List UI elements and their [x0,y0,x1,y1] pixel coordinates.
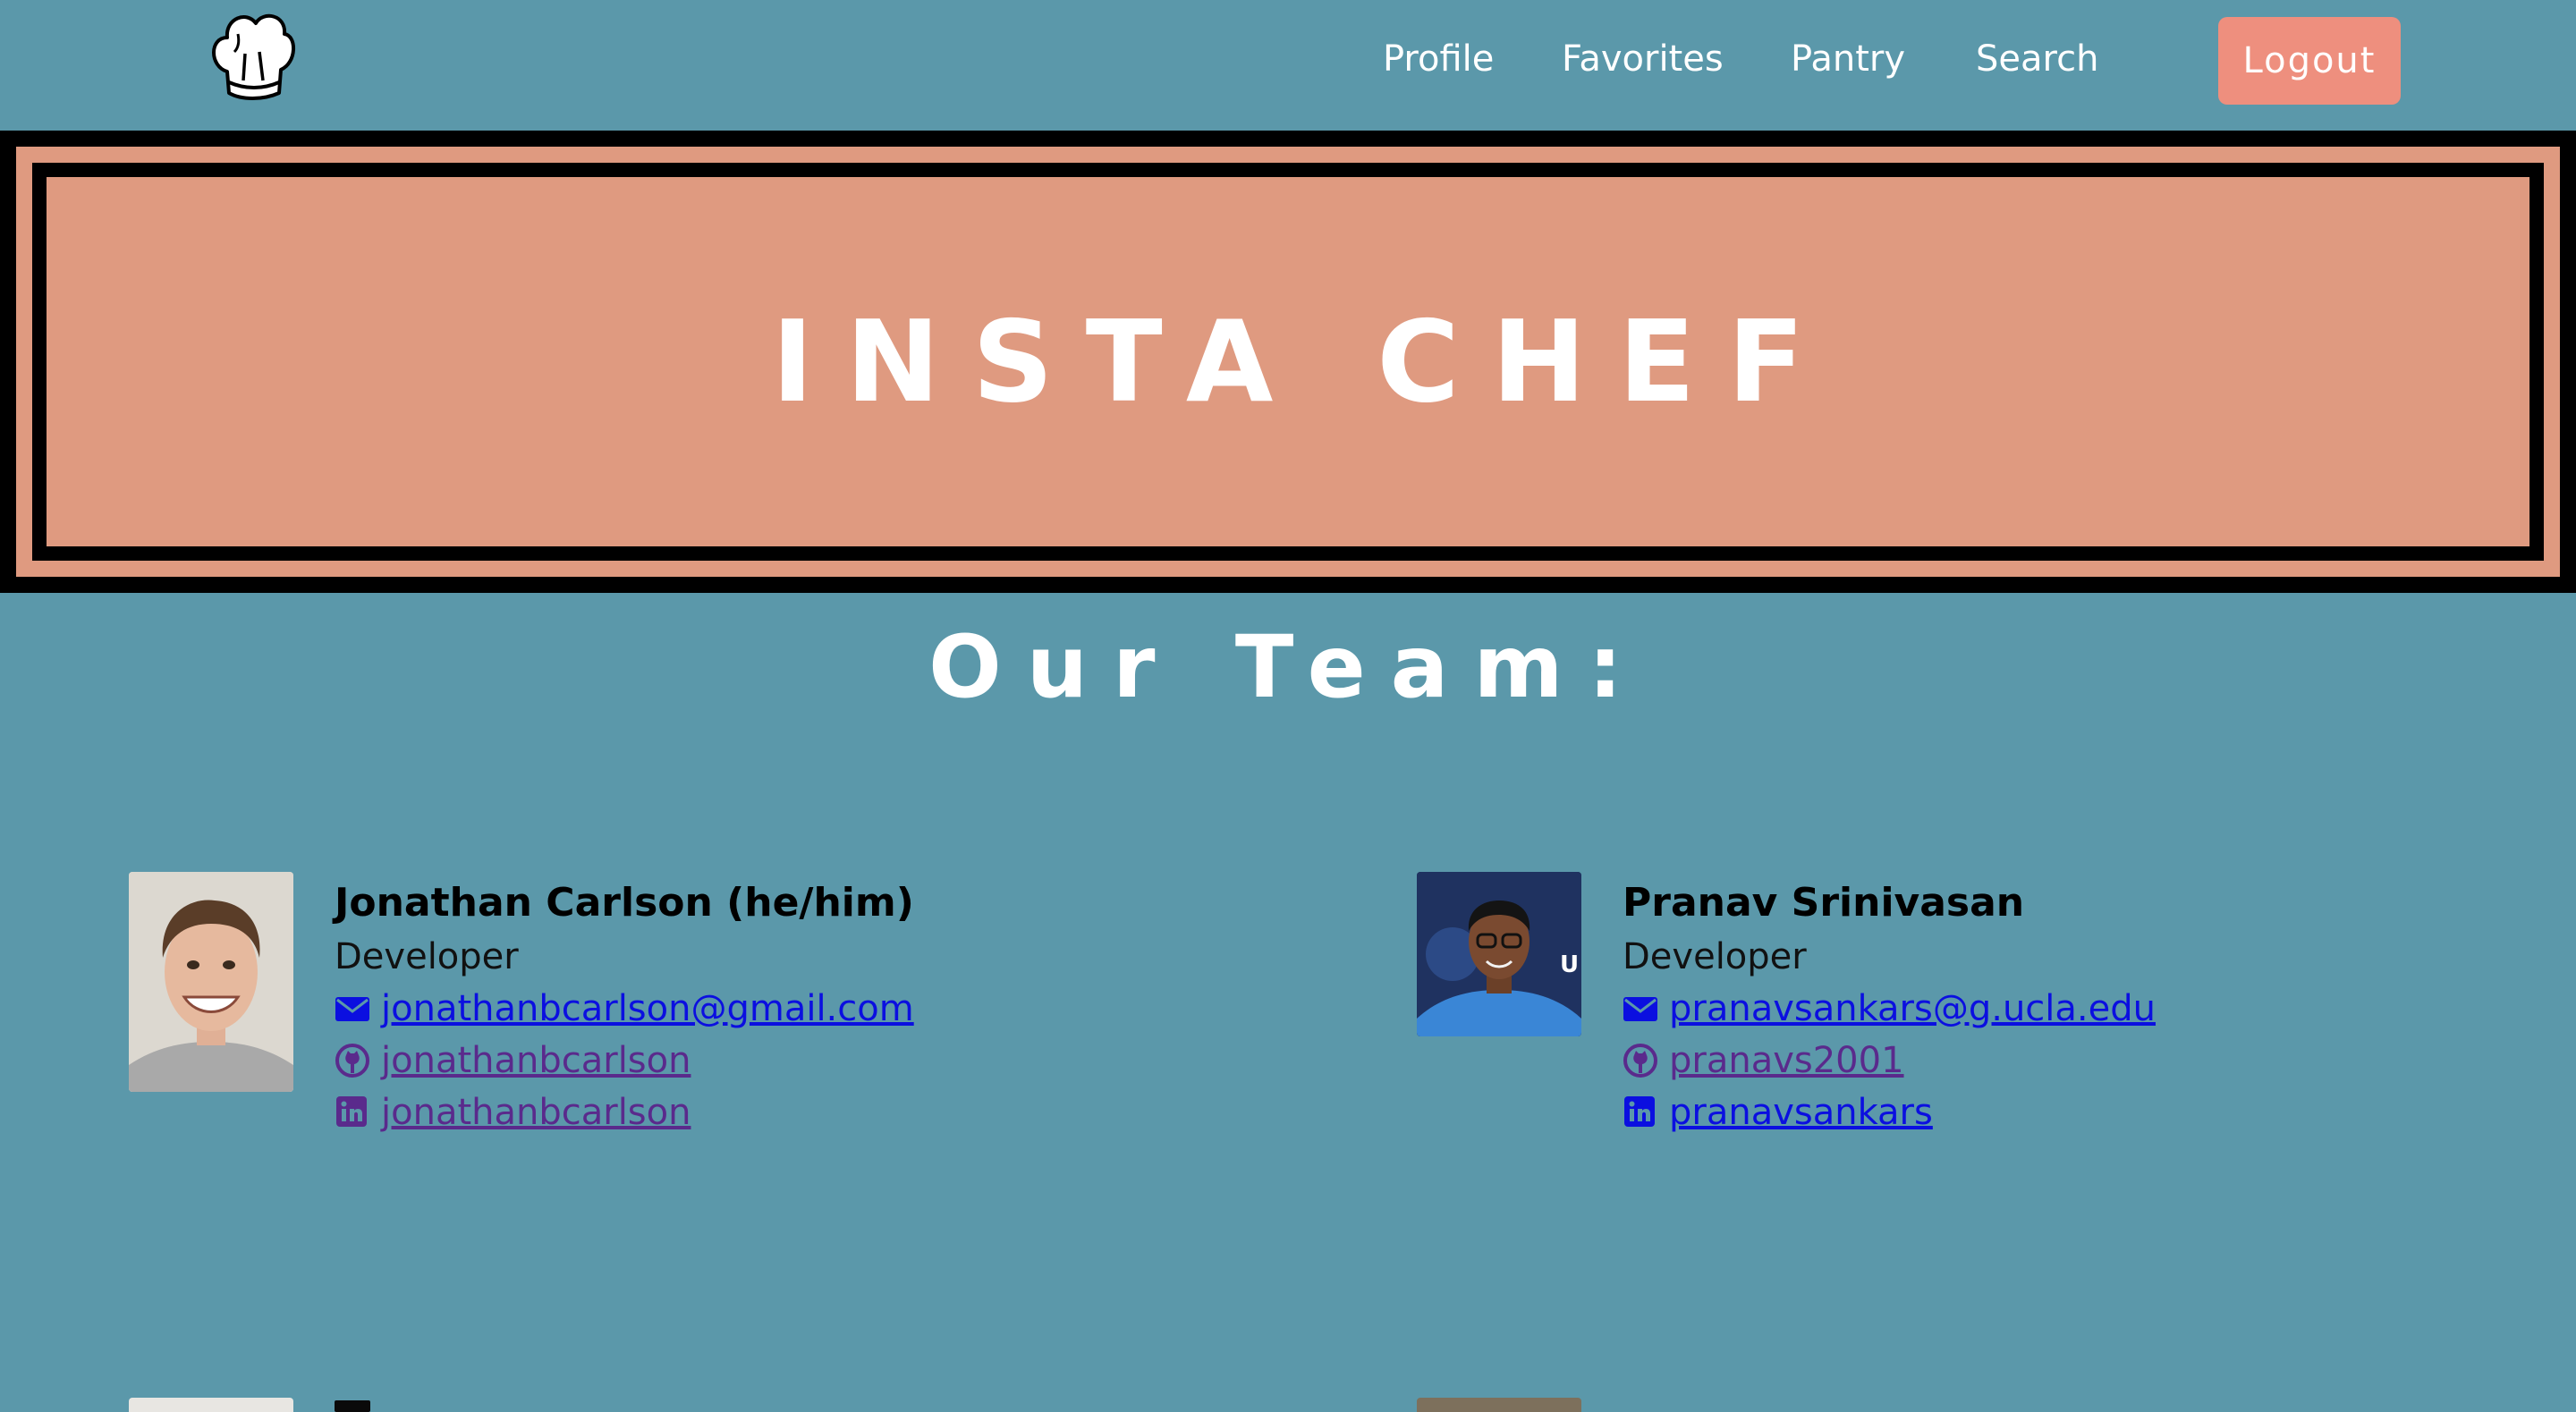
member-photo [129,1398,293,1412]
member-linkedin-row: pranavsankars [1623,1086,2156,1138]
top-navbar: Profile Favorites Pantry Search Logout [0,0,2576,131]
member-role: Developer [335,936,519,977]
github-icon [1623,1044,1657,1078]
site-title: INSTA CHEF [771,296,1837,427]
team-member-card: U Pranav Srinivasan Developer pranavsank… [1417,872,2576,1158]
member-name [335,1400,370,1412]
envelope-icon [1623,997,1657,1021]
member-photo [1417,1398,1581,1412]
team-member-card: Jonathan Carlson (he/him) Developer jona… [129,872,1292,1158]
member-photo [129,872,293,1092]
member-github-row: pranavs2001 [1623,1035,2156,1086]
github-icon [335,1044,369,1078]
logout-button[interactable]: Logout [2218,17,2401,105]
member-name: Jonathan Carlson (he/him) [335,880,914,926]
member-email-row: jonathanbcarlson@gmail.com [335,983,914,1035]
chef-hat-icon[interactable] [208,7,297,106]
member-email-row: pranavsankars@g.ucla.edu [1623,983,2156,1035]
nav-link-pantry[interactable]: Pantry [1791,32,1905,86]
member-github-row: jonathanbcarlson [335,1035,914,1086]
member-email-link[interactable]: pranavsankars@g.ucla.edu [1669,983,2156,1035]
linkedin-icon [336,1096,367,1127]
member-linkedin-row: jonathanbcarlson [335,1086,914,1138]
envelope-icon [335,997,369,1021]
nav-link-profile[interactable]: Profile [1383,32,1494,86]
member-role: Developer [1623,936,1807,977]
hero-banner: INSTA CHEF [0,131,2576,593]
member-github-link[interactable]: jonathanbcarlson [381,1035,691,1086]
member-email-link[interactable]: jonathanbcarlson@gmail.com [381,983,914,1035]
svg-text:U: U [1560,951,1579,978]
member-github-link[interactable]: pranavs2001 [1669,1035,1904,1086]
member-name: Pranav Srinivasan [1623,880,2025,926]
linkedin-icon [1624,1096,1655,1127]
member-linkedin-link[interactable]: jonathanbcarlson [381,1086,691,1138]
nav-link-favorites[interactable]: Favorites [1562,32,1724,86]
member-linkedin-link[interactable]: pranavsankars [1669,1086,1933,1138]
member-photo: U [1417,872,1581,1036]
nav-link-search[interactable]: Search [1976,32,2098,86]
team-heading: Our Team: [928,617,1648,717]
